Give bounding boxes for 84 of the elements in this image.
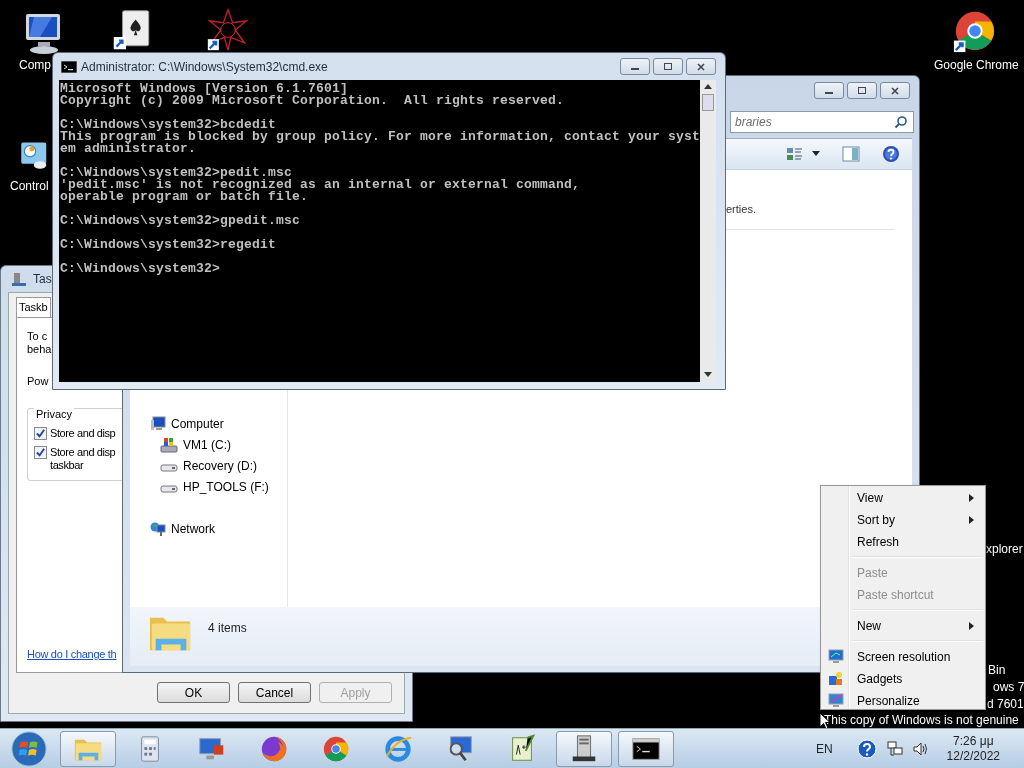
scroll-down-icon[interactable]: [704, 372, 713, 378]
desktop-icon-label[interactable]: Bin: [988, 663, 1006, 677]
console-line: Copyright (c) 2009 Microsoft Corporation. All rights reserved.: [60, 95, 566, 107]
desktop-icon-label[interactable]: Google Chrome: [934, 58, 1019, 72]
desktop-icon-label[interactable]: xplorer: [986, 542, 1023, 556]
description-text: To c: [27, 330, 48, 343]
menu-item[interactable]: Personalize: [857, 694, 983, 708]
cmd-taskbar-button[interactable]: [618, 730, 674, 767]
language-indicator[interactable]: EN: [815, 741, 833, 756]
nav-item[interactable]: HP_TOOLS (F:): [183, 480, 269, 495]
checkbox[interactable]: [34, 446, 47, 459]
console-line: This program is blocked by group policy. For more information, contact your syst: [60, 131, 701, 143]
desktop-icon-label[interactable]: Control: [10, 179, 49, 193]
console-line: C:\Windows\system32>bcdedit: [60, 119, 278, 131]
watermark-text: This copy of Windows is not genuine: [824, 713, 1019, 727]
checkbox-label[interactable]: Store and disp: [50, 427, 116, 440]
watermark-text: d 7601: [987, 697, 1024, 711]
maximize-button[interactable]: [847, 82, 877, 100]
tab[interactable]: Taskb: [16, 297, 51, 317]
window-title: Administrator: C:\Windows\System32\cmd.exe: [81, 59, 329, 74]
maximize-button[interactable]: [653, 58, 683, 75]
info-text: erties.: [726, 202, 756, 215]
item-count: 4 items: [208, 620, 247, 635]
console-line: C:\Windows\system32>regedit: [60, 239, 278, 251]
menu-item[interactable]: Screen resolution: [857, 650, 983, 664]
clock-date[interactable]: 12/2/2022: [946, 748, 1000, 764]
network-icon: [150, 521, 166, 538]
menu-item[interactable]: View: [857, 491, 969, 505]
start-button[interactable]: [10, 729, 48, 768]
close-button[interactable]: [686, 58, 716, 75]
menu-item[interactable]: New: [857, 619, 969, 633]
checkbox-label[interactable]: Store and disp taskbar: [50, 446, 116, 472]
system-drive-icon: [160, 437, 178, 454]
minimize-button[interactable]: [814, 82, 844, 100]
console-line: C:\Windows\system32>pedit.msc: [60, 167, 294, 179]
console-line: em administrator.: [60, 143, 198, 155]
close-button[interactable]: [880, 82, 910, 100]
checkbox[interactable]: [34, 427, 47, 440]
desktop-icon-label[interactable]: Comp: [19, 58, 51, 72]
server-taskbar-button[interactable]: [556, 730, 612, 767]
taskbar-icon: [11, 271, 27, 287]
menu-item[interactable]: Gadgets: [857, 672, 983, 686]
menu-item[interactable]: Sort by: [857, 513, 969, 527]
view-options-icon[interactable]: [786, 145, 804, 162]
clock-time[interactable]: 7:26 μμ: [953, 733, 994, 749]
nav-item[interactable]: Computer: [171, 417, 224, 432]
description-text: beha: [27, 343, 52, 356]
dropdown-arrow-icon[interactable]: [812, 150, 820, 157]
scroll-up-icon[interactable]: [704, 84, 713, 90]
nav-item[interactable]: Recovery (D:): [183, 459, 257, 474]
console-icon: [61, 60, 77, 73]
gadgets-icon: [828, 671, 844, 687]
scrollbar[interactable]: [700, 80, 716, 382]
nav-item[interactable]: VM1 (C:): [183, 438, 231, 453]
help-icon[interactable]: [856, 738, 877, 759]
volume-icon[interactable]: [912, 740, 929, 757]
internet-explorer-icon[interactable]: [383, 733, 413, 764]
monitor-icon: [828, 649, 844, 665]
watermark-text: ows 7: [993, 680, 1024, 694]
section-label: Pow: [27, 375, 49, 388]
group-title: Privacy: [34, 408, 75, 420]
console-line: Microsoft Windows [Version 6.1.7601]: [60, 83, 349, 95]
window-title: Tas: [33, 272, 52, 286]
search-icon[interactable]: [894, 114, 908, 129]
close-icon[interactable]: [696, 61, 706, 72]
help-link[interactable]: How do I change th: [27, 648, 117, 660]
explorer-taskbar-button[interactable]: [60, 730, 116, 767]
console-line: C:\Windows\system32>gpedit.msc: [60, 215, 302, 227]
help-icon[interactable]: [882, 144, 900, 163]
close-icon[interactable]: [890, 85, 900, 96]
maximize-icon[interactable]: [857, 85, 867, 96]
maximize-icon[interactable]: [663, 61, 673, 72]
nav-item[interactable]: Network: [171, 522, 215, 537]
console-line: operable program or batch file.: [60, 191, 310, 203]
cancel-button[interactable]: Cancel: [238, 682, 311, 703]
console-line: 'pedit.msc' is not recognized as an internal or external command,: [60, 179, 582, 191]
ok-button[interactable]: OK: [157, 682, 230, 703]
network-icon[interactable]: [886, 740, 903, 757]
search-field[interactable]: braries: [730, 110, 914, 133]
computer-icon: [150, 416, 166, 433]
scroll-thumb[interactable]: [702, 94, 715, 111]
console-line: C:\Windows\system32>: [60, 263, 222, 275]
minimize-button[interactable]: [620, 58, 650, 75]
menu-item[interactable]: Refresh: [857, 535, 983, 549]
